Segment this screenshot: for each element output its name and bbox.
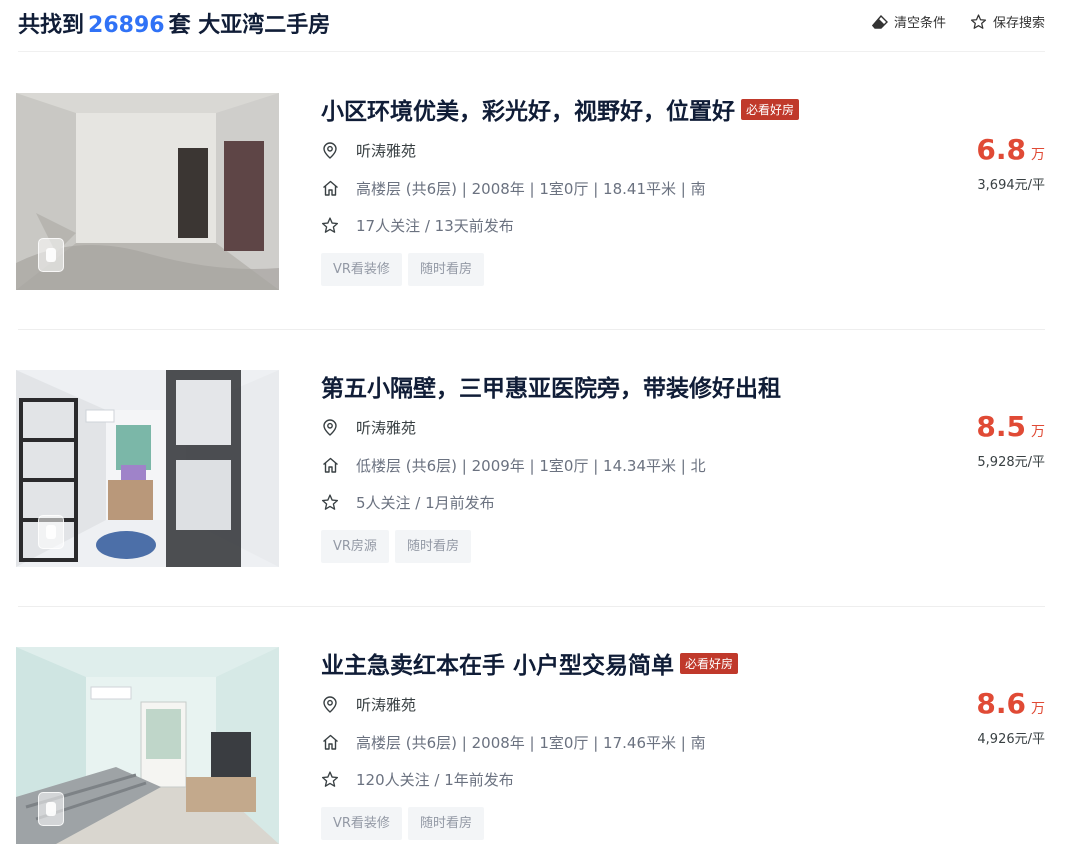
eraser-icon — [871, 14, 888, 29]
listing-info: 小区环境优美，彩光好，视野好，位置好 必看好房 听涛雅苑 高楼层 (共6层) |… — [321, 93, 881, 286]
tag-list: VR看装修 随时看房 — [321, 253, 484, 286]
total-price-value: 6.8 — [976, 133, 1026, 166]
price-unit: 万 — [1031, 701, 1045, 717]
location-pin-icon — [321, 141, 339, 159]
house-icon — [321, 456, 339, 474]
vr-badge-icon — [38, 238, 64, 272]
star-outline-icon — [321, 770, 339, 788]
community-name[interactable]: 听涛雅苑 — [356, 140, 416, 161]
price-unit: 万 — [1031, 424, 1045, 440]
clear-filters-label: 清空条件 — [893, 16, 946, 31]
count-suffix: 套 大亚湾二手房 — [168, 13, 331, 38]
tag-list: VR房源 随时看房 — [321, 530, 471, 563]
total-price: 8.6 万 — [976, 687, 1045, 720]
must-see-badge: 必看好房 — [741, 98, 800, 120]
community-name[interactable]: 听涛雅苑 — [356, 417, 416, 438]
header-tools: 清空条件 保存搜索 — [871, 12, 1045, 31]
total-price: 8.5 万 — [976, 410, 1045, 443]
result-count: 共找到 26896 套 大亚湾二手房 — [18, 7, 330, 39]
location-pin-icon — [321, 695, 339, 713]
house-icon — [321, 733, 339, 751]
count-prefix: 共找到 — [18, 13, 85, 38]
follow-info: 120人关注 / 1年前发布 — [356, 770, 514, 789]
community-row: 听涛雅苑 — [321, 140, 416, 160]
listing-photo[interactable] — [16, 370, 279, 567]
divider — [18, 606, 1045, 607]
follow-row: 120人关注 / 1年前发布 — [321, 769, 514, 789]
tag-vr: VR房源 — [321, 530, 389, 563]
vr-badge-icon — [38, 792, 64, 826]
price-block: 6.8 万 3,694元/平 — [976, 133, 1045, 193]
count-number: 26896 — [88, 13, 165, 38]
title-row: 小区环境优美，彩光好，视野好，位置好 必看好房 — [321, 93, 881, 125]
must-see-badge: 必看好房 — [680, 652, 739, 674]
listing-info: 第五小隔壁，三甲惠亚医院旁，带装修好出租 听涛雅苑 低楼层 (共6层) | 20… — [321, 370, 881, 563]
star-outline-icon — [321, 216, 339, 234]
save-search-label: 保存搜索 — [992, 16, 1045, 31]
star-outline-icon — [321, 493, 339, 511]
save-search-button[interactable]: 保存搜索 — [970, 12, 1045, 31]
total-price-value: 8.6 — [976, 687, 1026, 720]
star-icon — [970, 13, 987, 30]
listing-photo[interactable] — [16, 93, 279, 290]
unit-price: 5,928元/平 — [977, 455, 1045, 470]
unit-price: 3,694元/平 — [977, 178, 1045, 193]
total-price: 6.8 万 — [976, 133, 1045, 166]
follow-row: 5人关注 / 1月前发布 — [321, 492, 495, 512]
title-row: 业主急卖红本在手 小户型交易简单 必看好房 — [321, 647, 881, 679]
results-header: 共找到 26896 套 大亚湾二手房 清空条件 保存搜索 — [18, 0, 1045, 52]
tag-vr: VR看装修 — [321, 253, 402, 286]
details-row: 高楼层 (共6层) | 2008年 | 1室0厅 | 18.41平米 | 南 — [321, 178, 706, 198]
location-pin-icon — [321, 418, 339, 436]
follow-row: 17人关注 / 13天前发布 — [321, 215, 514, 235]
price-block: 8.6 万 4,926元/平 — [976, 687, 1045, 747]
listing-info: 业主急卖红本在手 小户型交易简单 必看好房 听涛雅苑 高楼层 (共6层) | 2… — [321, 647, 881, 840]
tag-viewing: 随时看房 — [407, 807, 484, 840]
tag-vr: VR看装修 — [321, 807, 402, 840]
price-unit: 万 — [1031, 147, 1045, 163]
community-row: 听涛雅苑 — [321, 694, 416, 714]
price-block: 8.5 万 5,928元/平 — [976, 410, 1045, 470]
tag-viewing: 随时看房 — [394, 530, 471, 563]
listing-title[interactable]: 小区环境优美，彩光好，视野好，位置好 — [321, 92, 735, 126]
clear-filters-button[interactable]: 清空条件 — [871, 12, 946, 31]
house-icon — [321, 179, 339, 197]
follow-info: 5人关注 / 1月前发布 — [356, 493, 495, 512]
listing-photo[interactable] — [16, 647, 279, 844]
vr-badge-icon — [38, 515, 64, 549]
listing-title[interactable]: 业主急卖红本在手 小户型交易简单 — [321, 646, 674, 680]
house-details: 高楼层 (共6层) | 2008年 | 1室0厅 | 17.46平米 | 南 — [356, 733, 706, 752]
follow-info: 17人关注 / 13天前发布 — [356, 216, 514, 235]
title-row: 第五小隔壁，三甲惠亚医院旁，带装修好出租 — [321, 370, 881, 402]
listing-item[interactable]: 第五小隔壁，三甲惠亚医院旁，带装修好出租 听涛雅苑 低楼层 (共6层) | 20… — [16, 370, 1045, 567]
community-row: 听涛雅苑 — [321, 417, 416, 437]
community-name[interactable]: 听涛雅苑 — [356, 694, 416, 715]
listing-item[interactable]: 小区环境优美，彩光好，视野好，位置好 必看好房 听涛雅苑 高楼层 (共6层) |… — [16, 93, 1045, 290]
details-row: 高楼层 (共6层) | 2008年 | 1室0厅 | 17.46平米 | 南 — [321, 732, 706, 752]
house-details: 高楼层 (共6层) | 2008年 | 1室0厅 | 18.41平米 | 南 — [356, 179, 706, 198]
listing-title[interactable]: 第五小隔壁，三甲惠亚医院旁，带装修好出租 — [321, 369, 781, 403]
listing-item[interactable]: 业主急卖红本在手 小户型交易简单 必看好房 听涛雅苑 高楼层 (共6层) | 2… — [16, 647, 1045, 844]
unit-price: 4,926元/平 — [977, 732, 1045, 747]
divider — [18, 329, 1045, 330]
total-price-value: 8.5 — [976, 410, 1026, 443]
tag-list: VR看装修 随时看房 — [321, 807, 484, 840]
house-details: 低楼层 (共6层) | 2009年 | 1室0厅 | 14.34平米 | 北 — [356, 456, 706, 475]
tag-viewing: 随时看房 — [407, 253, 484, 286]
details-row: 低楼层 (共6层) | 2009年 | 1室0厅 | 14.34平米 | 北 — [321, 455, 706, 475]
